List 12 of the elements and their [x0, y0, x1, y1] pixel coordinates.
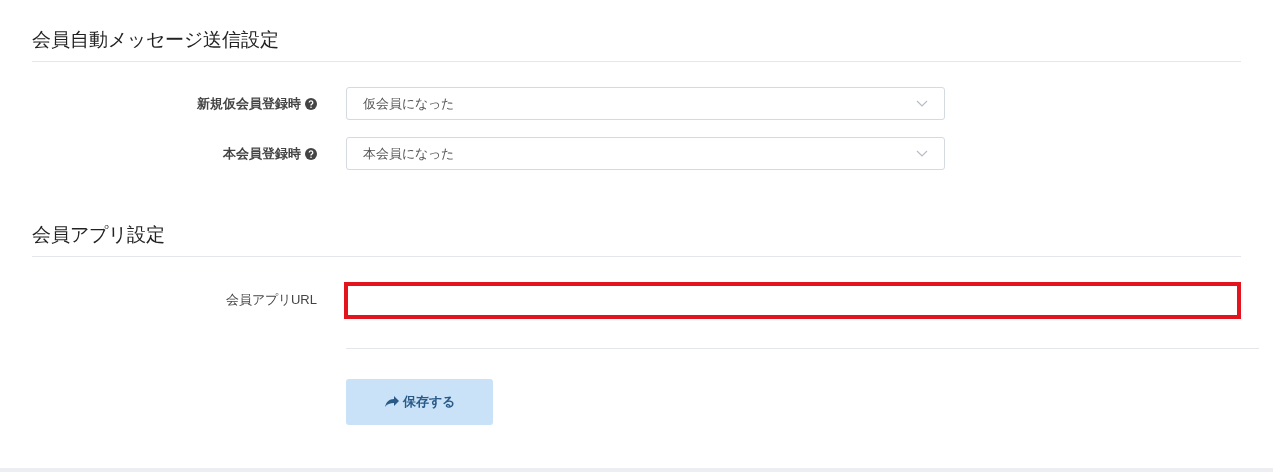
chevron-down-icon — [916, 100, 928, 107]
field-label: 本会員登録時 — [223, 144, 301, 163]
chevron-down-icon — [916, 150, 928, 157]
select-field[interactable]: 仮会員になった — [346, 87, 945, 120]
field-label: 新規仮会員登録時 — [197, 94, 301, 113]
share-icon — [384, 396, 399, 408]
input-field[interactable] — [344, 282, 1241, 319]
section-title: 会員自動メッセージ送信設定 — [32, 28, 280, 52]
section-title: 会員アプリ設定 — [32, 223, 166, 247]
select-field[interactable]: 本会員になった — [346, 137, 945, 170]
field-label: 会員アプリURL — [226, 290, 317, 309]
save-button[interactable]: 保存する — [346, 379, 493, 425]
